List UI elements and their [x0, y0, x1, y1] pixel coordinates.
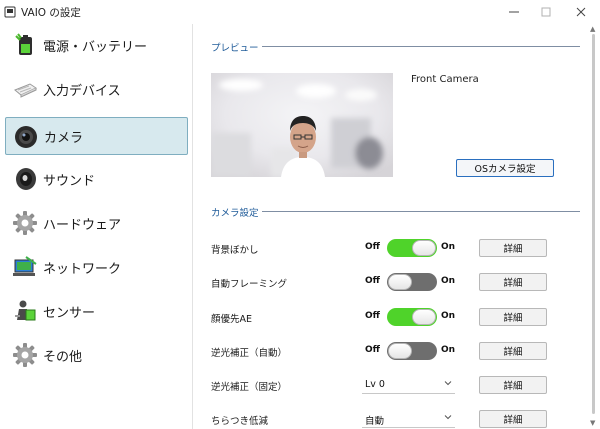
minimize-button[interactable]	[497, 0, 531, 24]
sidebar-item-label: その他	[43, 349, 83, 365]
backlight-auto-toggle[interactable]: Off On	[365, 342, 459, 360]
minimize-icon	[509, 11, 519, 13]
backlight-fixed-detail-button[interactable]: 詳細	[479, 376, 547, 394]
maximize-button[interactable]	[529, 0, 563, 24]
app-icon	[4, 6, 16, 18]
camera-icon	[15, 126, 37, 148]
background-blur-toggle[interactable]: Off On	[365, 239, 459, 257]
title-bar: VAIO の設定	[0, 0, 600, 24]
toggle-off-label: Off	[365, 311, 380, 321]
toggle-knob[interactable]	[388, 274, 412, 290]
chevron-down-icon	[444, 381, 452, 386]
background-blur-detail-button[interactable]: 詳細	[479, 239, 547, 257]
select-value: 自動	[365, 416, 385, 427]
sidebar-item-label: ハードウェア	[43, 217, 122, 233]
toggle-track[interactable]	[387, 342, 437, 360]
speaker-icon	[16, 168, 36, 190]
camera-name: Front Camera	[411, 74, 479, 85]
backlight-auto-detail-button[interactable]: 詳細	[479, 342, 547, 360]
toggle-off-label: Off	[365, 242, 380, 252]
toggle-knob[interactable]	[412, 240, 436, 256]
toggle-on-label: On	[441, 345, 456, 355]
toggle-on-label: On	[441, 311, 456, 321]
auto-framing-label: 自動フレーミング	[211, 279, 288, 290]
sidebar-item-other[interactable]: その他	[5, 336, 188, 374]
sensor-icon	[15, 300, 36, 321]
toggle-track[interactable]	[387, 273, 437, 291]
toggle-track[interactable]	[387, 308, 437, 326]
toggle-on-label: On	[441, 242, 456, 252]
sidebar-item-camera[interactable]: カメラ	[5, 117, 188, 155]
battery-icon	[15, 33, 32, 55]
camera-preview	[211, 73, 393, 177]
select-value: Lv 0	[365, 379, 385, 390]
sidebar-item-label: 入力デバイス	[43, 83, 121, 99]
preview-section-title: プレビュー	[211, 43, 259, 54]
toggle-knob[interactable]	[412, 309, 436, 325]
sidebar-item-label: カメラ	[44, 130, 84, 146]
flicker-reduction-label: ちらつき低減	[211, 416, 269, 427]
face-priority-ae-toggle[interactable]: Off On	[365, 308, 459, 326]
auto-framing-detail-button[interactable]: 詳細	[479, 273, 547, 291]
sidebar-item-label: ネットワーク	[43, 261, 122, 277]
scroll-down-arrow[interactable]: ▼	[590, 420, 598, 427]
section-divider	[262, 46, 580, 47]
close-button[interactable]	[564, 0, 598, 24]
backlight-auto-label: 逆光補正（自動）	[211, 348, 288, 359]
network-icon	[13, 256, 37, 276]
gear-icon	[13, 211, 37, 235]
auto-framing-toggle[interactable]: Off On	[365, 273, 459, 291]
camera-preview-image	[211, 73, 393, 177]
sidebar: 電源・バッテリー 入力デバイス カメラ サウンド ハードウェア ネットワーク セ…	[0, 24, 193, 429]
keyboard-icon	[14, 83, 38, 98]
toggle-off-label: Off	[365, 345, 380, 355]
scrollbar-thumb[interactable]	[592, 34, 595, 414]
sidebar-item-label: 電源・バッテリー	[43, 39, 148, 55]
face-priority-ae-label: 顔優先AE	[211, 314, 253, 325]
sidebar-item-sensor[interactable]: センサー	[5, 292, 188, 330]
backlight-fixed-label: 逆光補正（固定）	[211, 382, 288, 393]
section-divider	[262, 211, 580, 212]
sidebar-item-network[interactable]: ネットワーク	[5, 248, 188, 286]
sidebar-item-power-battery[interactable]: 電源・バッテリー	[5, 26, 188, 64]
close-icon	[576, 7, 586, 17]
scroll-up-arrow[interactable]: ▲	[590, 26, 598, 33]
chevron-down-icon	[444, 415, 452, 420]
face-priority-ae-detail-button[interactable]: 詳細	[479, 308, 547, 326]
toggle-knob[interactable]	[388, 343, 412, 359]
sidebar-item-input-devices[interactable]: 入力デバイス	[5, 70, 188, 108]
sidebar-item-sound[interactable]: サウンド	[5, 160, 188, 198]
sidebar-item-label: サウンド	[43, 173, 96, 189]
sidebar-item-hardware[interactable]: ハードウェア	[5, 204, 188, 242]
toggle-off-label: Off	[365, 276, 380, 286]
maximize-icon	[541, 7, 551, 17]
camera-settings-section-title: カメラ設定	[211, 208, 259, 219]
backlight-fixed-select[interactable]: Lv 0	[362, 376, 455, 394]
background-blur-label: 背景ぼかし	[211, 245, 259, 256]
sidebar-item-label: センサー	[43, 305, 96, 321]
gear-icon	[13, 343, 37, 367]
window-title: VAIO の設定	[21, 7, 81, 19]
os-camera-settings-button[interactable]: OSカメラ設定	[456, 159, 554, 177]
flicker-reduction-detail-button[interactable]: 詳細	[479, 410, 547, 428]
toggle-on-label: On	[441, 276, 456, 286]
flicker-reduction-select[interactable]: 自動	[362, 410, 455, 428]
toggle-track[interactable]	[387, 239, 437, 257]
